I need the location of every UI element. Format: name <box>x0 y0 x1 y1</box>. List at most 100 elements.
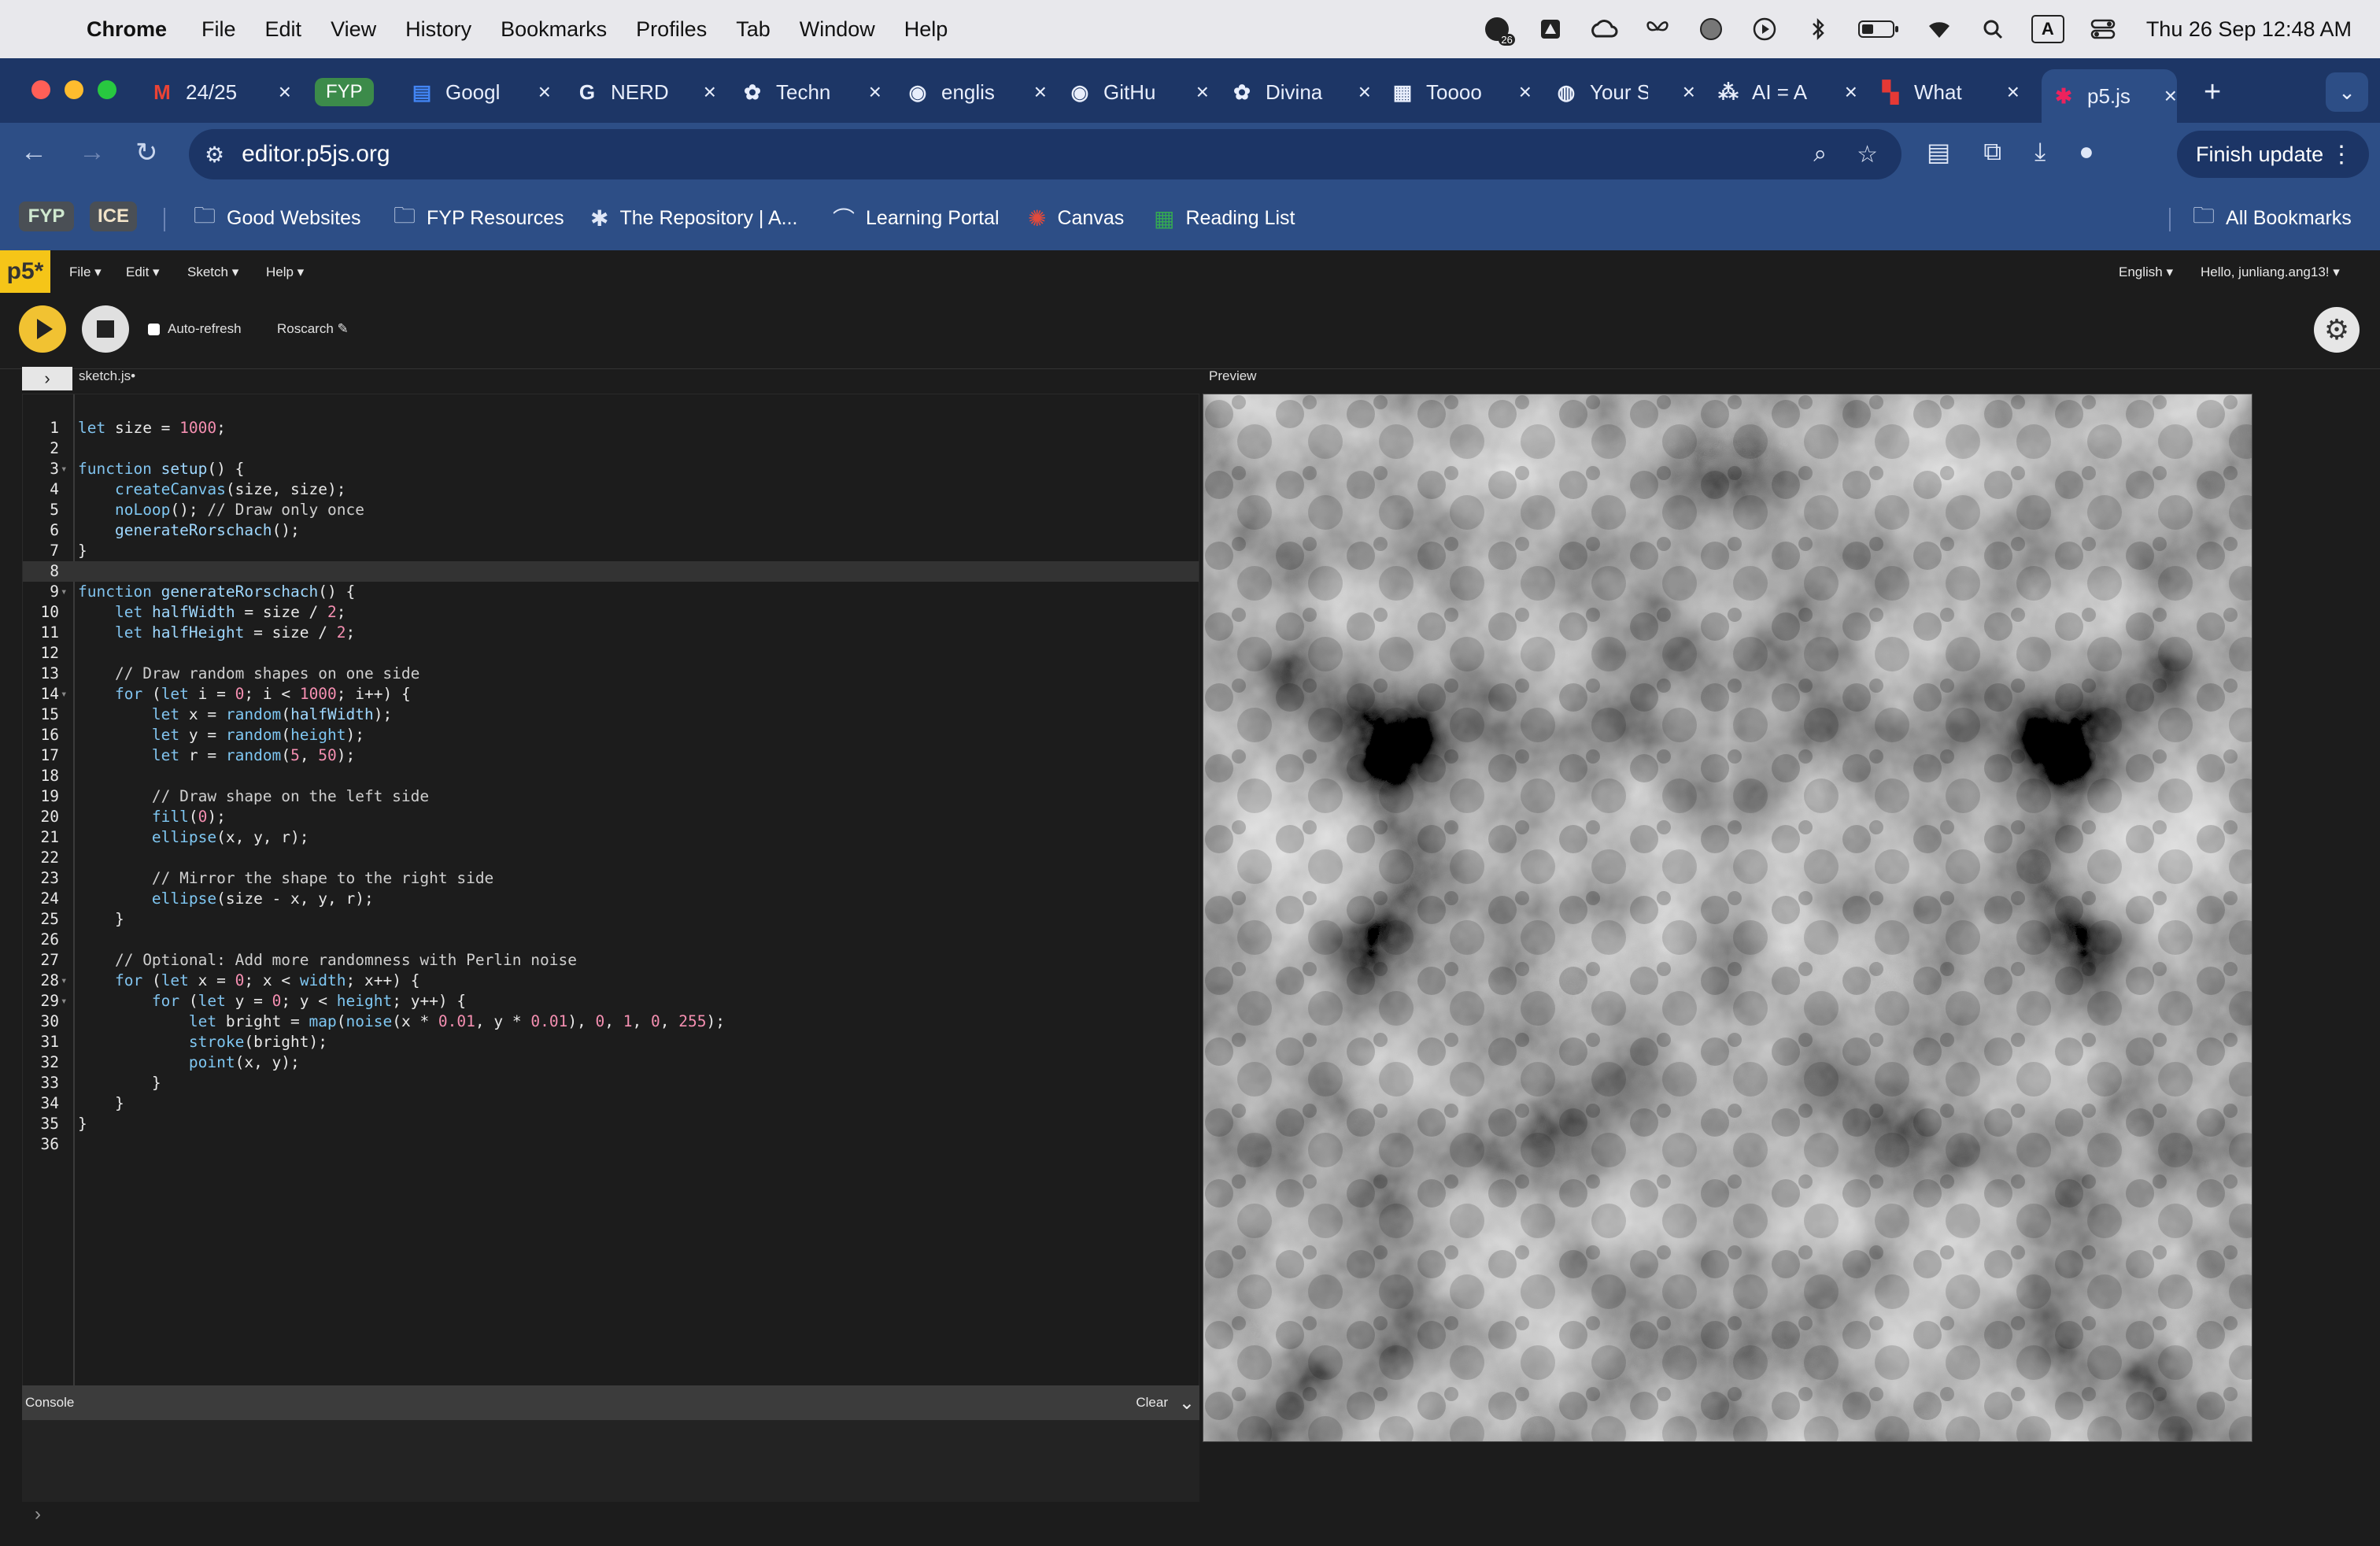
bookmark-canvas[interactable]: ✺ Canvas <box>1028 203 1124 233</box>
browser-tab[interactable]: FYP <box>315 69 401 115</box>
file-tab-sketch-js[interactable]: sketch.js• <box>79 368 135 384</box>
code-line[interactable]: 27 // Optional: Add more randomness with… <box>23 950 1199 971</box>
code-line[interactable]: 11 let halfHeight = size / 2; <box>23 623 1199 643</box>
fyp-tab-group-label[interactable]: FYP <box>315 78 374 106</box>
code-line[interactable]: 32 point(x, y); <box>23 1052 1199 1073</box>
code-line[interactable]: 4 createCanvas(size, size); <box>23 479 1199 500</box>
browser-tab[interactable]: ◍ Your S × <box>1554 69 1695 115</box>
address-url[interactable]: editor.p5js.org <box>242 141 390 168</box>
code-line[interactable]: 14 ▾ for (let i = 0; i < 1000; i++) { <box>23 684 1199 705</box>
menu-window[interactable]: Window <box>800 17 875 42</box>
close-tab-icon[interactable]: × <box>704 80 716 105</box>
code-line[interactable]: 21 ellipse(x, y, r); <box>23 827 1199 848</box>
bookmark-ice-badge[interactable]: ICE <box>90 202 137 231</box>
code-line[interactable]: 28 ▾ for (let x = 0; x < width; x++) { <box>23 971 1199 991</box>
code-line[interactable]: 10 let halfWidth = size / 2; <box>23 602 1199 623</box>
browser-tab[interactable]: ▤ Googl × <box>409 69 551 115</box>
back-button[interactable]: ← <box>20 137 47 168</box>
code-line[interactable]: 23 // Mirror the shape to the right side <box>23 868 1199 889</box>
browser-tab[interactable]: M 24/25 × <box>150 69 291 115</box>
site-info-icon[interactable]: ⚙ <box>205 142 224 168</box>
code-line[interactable]: 9 ▾ function generateRorschach() { <box>23 582 1199 602</box>
code-line[interactable]: 6 generateRorschach(); <box>23 520 1199 541</box>
menubar-clock[interactable]: Thu 26 Sep 12:48 AM <box>2146 17 2352 42</box>
profile-avatar-icon[interactable]: ● <box>2079 137 2094 167</box>
bookmark-fyp-badge[interactable]: FYP <box>19 202 74 231</box>
browser-tab[interactable]: ✿ Techn × <box>740 69 881 115</box>
bookmark-reading-list[interactable]: ▦ Reading List <box>1154 203 1295 233</box>
fold-arrow-icon[interactable]: ▾ <box>61 459 67 479</box>
menu-bookmarks[interactable]: Bookmarks <box>501 17 607 42</box>
menu-profiles[interactable]: Profiles <box>636 17 707 42</box>
sketch-name[interactable]: Roscarch ✎ <box>277 321 349 337</box>
minimize-window-button[interactable] <box>65 80 83 99</box>
finish-update-button[interactable]: Finish update ⋮ <box>2177 131 2369 178</box>
vpn-globe-icon[interactable] <box>1696 14 1726 44</box>
play-circle-icon[interactable] <box>1750 14 1779 44</box>
sidebar-toggle-button[interactable]: › <box>22 367 72 390</box>
reading-mode-icon[interactable]: ▤ <box>1927 137 1950 167</box>
p5-menu-edit[interactable]: Edit ▾ <box>126 264 160 280</box>
bluetooth-icon[interactable] <box>1803 14 1833 44</box>
address-bar[interactable]: ⚙ editor.p5js.org ⌕ ☆ <box>189 129 1901 179</box>
bookmark-repository[interactable]: ✱ The Repository | A... <box>590 203 798 233</box>
close-tab-icon[interactable]: × <box>279 80 291 105</box>
bookmark-learning-portal[interactable]: ⌒ Learning Portal <box>833 203 1000 233</box>
close-tab-icon[interactable]: × <box>538 80 551 105</box>
code-line[interactable]: 15 let x = random(halfWidth); <box>23 705 1199 725</box>
code-line[interactable]: 29 ▾ for (let y = 0; y < height; y++) { <box>23 991 1199 1012</box>
fold-arrow-icon[interactable]: ▾ <box>61 684 67 705</box>
console-clear-button[interactable]: Clear <box>1136 1395 1168 1411</box>
browser-tab[interactable]: ✿ Divina × <box>1229 69 1371 115</box>
menu-history[interactable]: History <box>405 17 471 42</box>
code-line[interactable]: 35} <box>23 1114 1199 1134</box>
close-tab-icon[interactable]: × <box>1196 80 1209 105</box>
search-icon[interactable] <box>1978 14 2008 44</box>
code-line[interactable]: 12 <box>23 643 1199 664</box>
fold-arrow-icon[interactable]: ▾ <box>61 991 67 1012</box>
browser-tab[interactable]: ◉ GitHu × <box>1067 69 1209 115</box>
notification-badge-icon[interactable]: 26 <box>1482 14 1515 46</box>
play-button[interactable] <box>19 305 66 353</box>
close-tab-icon[interactable]: × <box>1845 80 1857 105</box>
code-line[interactable]: 26 <box>23 930 1199 950</box>
fold-arrow-icon[interactable]: ▾ <box>61 582 67 602</box>
language-select[interactable]: English ▾ <box>2119 264 2173 280</box>
menu-app-name[interactable]: Chrome <box>87 17 167 42</box>
close-tab-icon[interactable]: × <box>869 80 881 105</box>
code-line[interactable]: 34 } <box>23 1093 1199 1114</box>
menu-tab[interactable]: Tab <box>736 17 771 42</box>
code-line[interactable]: 30 let bright = map(noise(x * 0.01, y * … <box>23 1012 1199 1032</box>
zoom-window-button[interactable] <box>98 80 116 99</box>
chevron-down-icon[interactable]: ⌄ <box>1179 1392 1195 1415</box>
code-line[interactable]: 33 } <box>23 1073 1199 1093</box>
code-line[interactable]: 16 let y = random(height); <box>23 725 1199 745</box>
stop-button[interactable] <box>82 305 129 353</box>
input-source-indicator[interactable]: A <box>2031 15 2064 43</box>
close-tab-icon[interactable]: × <box>1034 80 1047 105</box>
close-tab-icon[interactable]: × <box>1519 80 1532 105</box>
code-line[interactable]: 17 let r = random(5, 50); <box>23 745 1199 766</box>
close-tab-icon[interactable]: × <box>1358 80 1371 105</box>
drive-icon[interactable] <box>1536 14 1565 44</box>
close-tab-icon[interactable]: × <box>2007 80 2020 105</box>
menu-help[interactable]: Help <box>904 17 948 42</box>
code-line[interactable]: 1 let size = 1000; <box>23 418 1199 438</box>
code-line[interactable]: 18 <box>23 766 1199 786</box>
code-line[interactable]: 13 // Draw random shapes on one side <box>23 664 1199 684</box>
code-lines[interactable]: 1 let size = 1000; 2 3 ▾ function setup() {4 … <box>23 418 1199 1155</box>
browser-tab[interactable]: ▦ Toooo × <box>1390 69 1532 115</box>
p5-menu-file[interactable]: File ▾ <box>69 264 102 280</box>
browser-tab[interactable]: ◉ englis × <box>905 69 1047 115</box>
new-tab-button[interactable]: + <box>2204 76 2221 109</box>
cloud-sync-icon[interactable] <box>1589 14 1619 44</box>
settings-gear-icon[interactable]: ⚙ <box>2314 307 2360 353</box>
bookmark-good-websites[interactable]: 🗀 Good Websites <box>194 203 360 233</box>
code-line[interactable]: 5 noLoop(); // Draw only once <box>23 500 1199 520</box>
forward-button[interactable]: → <box>79 137 105 168</box>
close-window-button[interactable] <box>31 80 50 99</box>
close-tab-icon[interactable]: × <box>2164 83 2177 109</box>
more-menu-icon[interactable]: ⋮ <box>2330 141 2353 168</box>
browser-tab[interactable]: G NERD × <box>575 69 716 115</box>
p5-menu-help[interactable]: Help ▾ <box>266 264 304 280</box>
